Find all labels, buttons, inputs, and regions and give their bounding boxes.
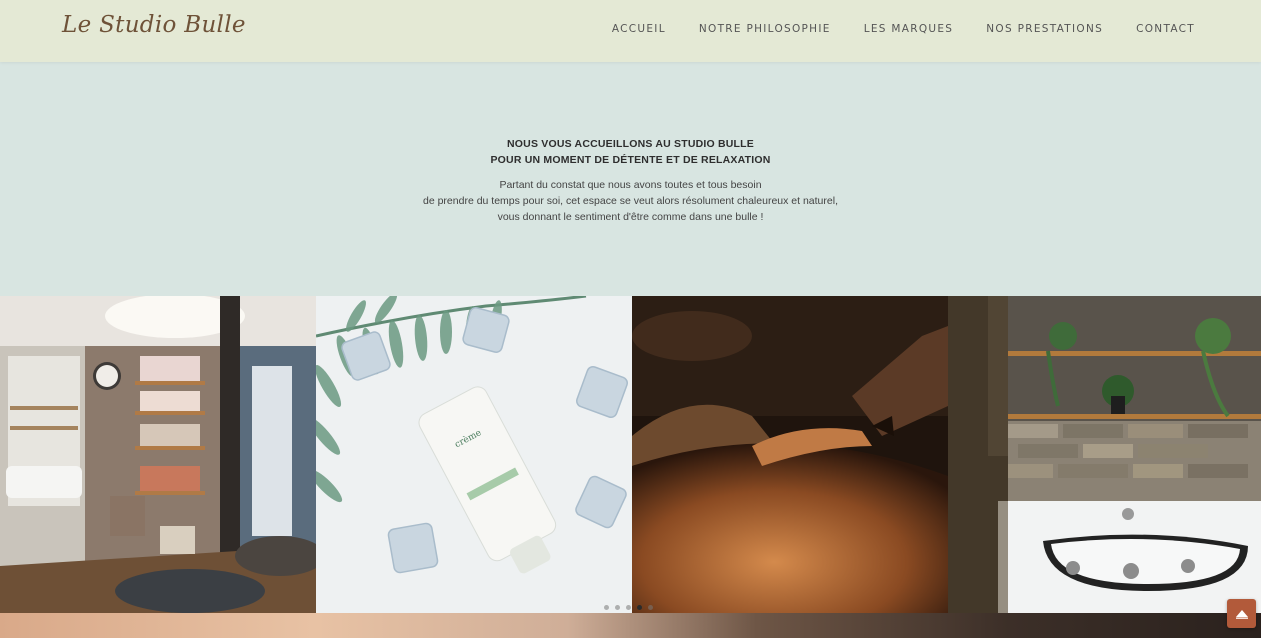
main-nav: ACCUEIL NOTRE PHILOSOPHIE LES MARQUES NO… — [612, 23, 1195, 35]
slider-dot[interactable] — [604, 605, 609, 610]
nav-item-marques[interactable]: LES MARQUES — [864, 23, 954, 35]
intro-title-line: NOUS VOUS ACCUEILLONS AU STUDIO BULLE — [507, 138, 754, 150]
nav-item-prestations[interactable]: NOS PRESTATIONS — [986, 23, 1103, 35]
nav-item-philosophie[interactable]: NOTRE PHILOSOPHIE — [699, 23, 831, 35]
photo-massage — [632, 296, 948, 613]
photo-salon-interior — [0, 296, 316, 613]
slider-dot[interactable] — [648, 605, 653, 610]
slider-dot[interactable] — [615, 605, 620, 610]
arrow-up-icon — [1235, 609, 1248, 619]
intro-text-line: vous donnant le sentiment d'être comme d… — [497, 211, 764, 223]
nav-item-accueil[interactable]: ACCUEIL — [612, 23, 666, 35]
intro-title-line: POUR UN MOMENT DE DÉTENTE ET DE RELAXATI… — [490, 154, 771, 166]
intro-text-line: Partant du constat que nous avons toutes… — [499, 179, 762, 191]
photo-spa-bathtub — [948, 296, 1261, 613]
slider-dot[interactable] — [626, 605, 631, 610]
intro-section: NOUS VOUS ACCUEILLONS AU STUDIO BULLE PO… — [0, 62, 1261, 296]
intro-title: NOUS VOUS ACCUEILLONS AU STUDIO BULLE PO… — [0, 136, 1261, 168]
slider-dot-active[interactable] — [637, 605, 642, 610]
gallery-slider-dots — [604, 605, 653, 610]
intro-text-line: de prendre du temps pour soi, cet espace… — [423, 195, 838, 207]
photo-gallery: crème — [0, 296, 1261, 613]
photo-cream-tube: crème — [316, 296, 632, 613]
site-logo[interactable]: Le Studio Bulle — [62, 12, 246, 38]
nav-item-contact[interactable]: CONTACT — [1136, 23, 1195, 35]
back-to-top-button[interactable] — [1227, 599, 1256, 628]
intro-text: Partant du constat que nous avons toutes… — [0, 177, 1261, 225]
site-header: Le Studio Bulle ACCUEIL NOTRE PHILOSOPHI… — [0, 0, 1261, 62]
next-section-image — [0, 613, 1261, 638]
